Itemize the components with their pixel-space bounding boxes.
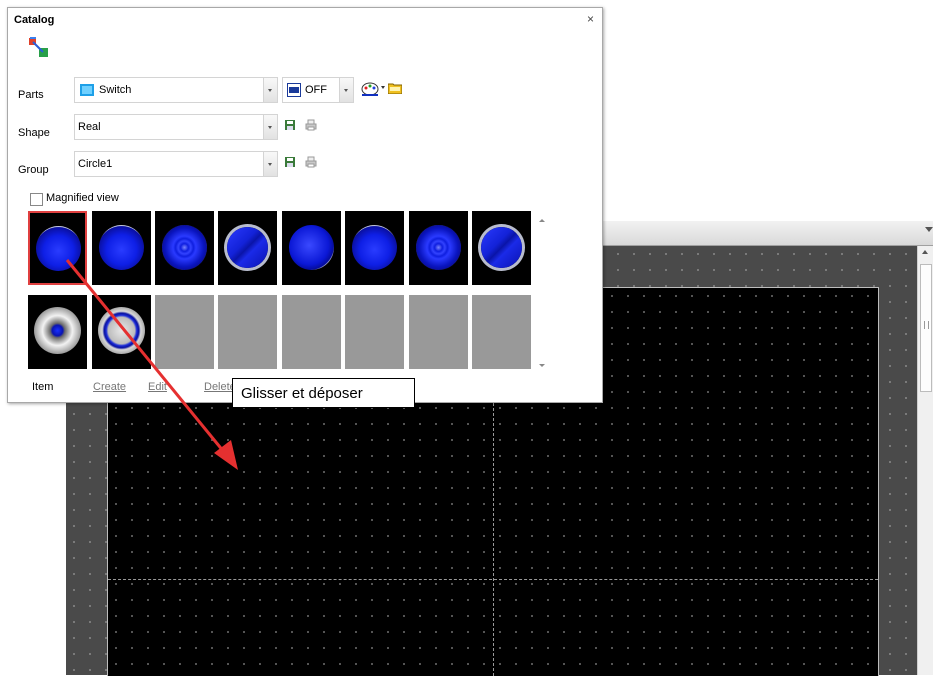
blue-diagonal-button-icon <box>227 227 268 268</box>
item-cell[interactable] <box>92 211 151 285</box>
folder-icon[interactable] <box>388 82 402 94</box>
empty-item-cell[interactable] <box>472 295 531 369</box>
save-icon[interactable] <box>284 119 296 131</box>
item-cell[interactable] <box>28 295 87 369</box>
switch-part-icon <box>80 84 94 96</box>
create-link[interactable]: Create <box>93 381 126 393</box>
item-cell[interactable] <box>472 211 531 285</box>
shape-label: Shape <box>18 127 50 139</box>
palette-icon[interactable] <box>361 81 379 97</box>
blue-button-icon <box>36 226 81 271</box>
parts-select[interactable]: Switch <box>74 77 278 103</box>
item-cell[interactable] <box>345 211 404 285</box>
scroll-thumb[interactable] <box>920 264 932 392</box>
print-icon[interactable] <box>305 156 317 168</box>
item-cell[interactable] <box>282 211 341 285</box>
blue-ringed-button-icon <box>416 225 461 270</box>
group-dropdown-icon[interactable] <box>263 152 277 176</box>
close-button[interactable]: × <box>587 12 594 26</box>
shape-dropdown-icon[interactable] <box>263 115 277 139</box>
scroll-up-icon[interactable] <box>922 250 928 254</box>
editor-vertical-scrollbar[interactable] <box>917 246 933 675</box>
empty-item-cell[interactable] <box>345 295 404 369</box>
tooltip-text: Glisser et déposer <box>241 385 363 402</box>
empty-item-cell[interactable] <box>409 295 468 369</box>
save-icon[interactable] <box>284 156 296 168</box>
item-cell[interactable] <box>28 211 87 285</box>
dialog-title: Catalog <box>14 14 55 26</box>
off-state-icon <box>287 83 301 97</box>
state-value: OFF <box>305 84 327 96</box>
group-select[interactable]: Circle1 <box>74 151 278 177</box>
edit-link[interactable]: Edit <box>148 381 167 393</box>
parts-value: Switch <box>99 84 132 96</box>
magnified-view-checkbox[interactable] <box>30 193 43 206</box>
silver-ring-button-icon <box>98 307 145 354</box>
blue-button-icon <box>289 225 334 270</box>
item-label: Item <box>32 381 54 393</box>
parts-label: Parts <box>18 89 44 101</box>
parts-dropdown-icon[interactable] <box>263 78 277 102</box>
blue-button-icon <box>99 225 144 270</box>
item-cell[interactable] <box>409 211 468 285</box>
empty-item-cell[interactable] <box>155 295 214 369</box>
item-cell[interactable] <box>155 211 214 285</box>
state-dropdown-icon[interactable] <box>339 78 353 102</box>
scroll-down-icon[interactable] <box>539 364 545 367</box>
guide-horizontal <box>108 579 878 580</box>
magnified-view-label: Magnified view <box>46 192 119 204</box>
item-grid <box>28 211 536 371</box>
empty-item-cell[interactable] <box>218 295 277 369</box>
empty-item-cell[interactable] <box>282 295 341 369</box>
scroll-up-icon[interactable] <box>539 219 545 222</box>
blue-ringed-button-icon <box>162 225 207 270</box>
palette-dropdown-icon[interactable] <box>381 86 385 89</box>
toolbar-overflow-icon[interactable] <box>925 227 933 232</box>
catalog-dialog: Catalog × Parts Switch OFF Shape Real Gr… <box>7 7 603 403</box>
item-cell[interactable] <box>218 211 277 285</box>
item-cell[interactable] <box>92 295 151 369</box>
group-label: Group <box>18 164 49 176</box>
group-value: Circle1 <box>78 158 113 170</box>
print-icon[interactable] <box>305 119 317 131</box>
parts-catalog-icon[interactable] <box>27 36 49 58</box>
shape-select[interactable]: Real <box>74 114 278 140</box>
blue-diagonal-button-icon <box>481 227 522 268</box>
drag-drop-tooltip: Glisser et déposer <box>232 378 415 408</box>
shape-value: Real <box>78 121 101 133</box>
item-grid-scrollbar[interactable] <box>536 213 549 369</box>
silver-blue-lamp-icon <box>34 307 81 354</box>
blue-button-icon <box>352 225 397 270</box>
state-select[interactable]: OFF <box>282 77 354 103</box>
